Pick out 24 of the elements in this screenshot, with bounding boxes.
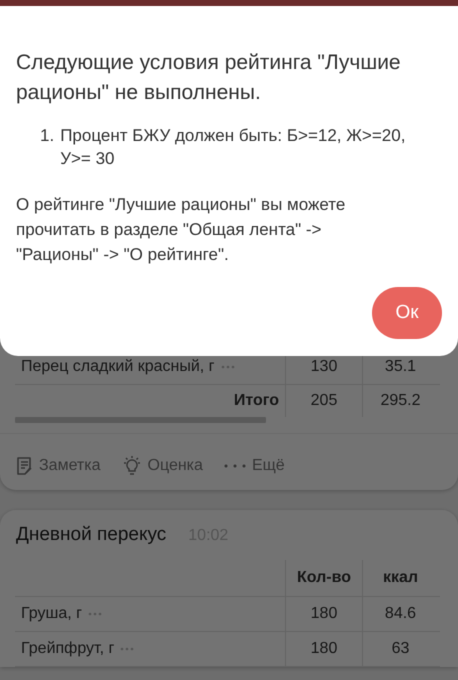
table-cell: 180 <box>286 597 363 631</box>
table-cell-text: 35.1 <box>384 357 418 377</box>
list-number: 1. <box>40 125 54 147</box>
column-header: Кол-во <box>286 560 363 596</box>
food-name: Перец сладкий красный, г <box>21 358 214 376</box>
dialog-text: О рейтинге "Лучшие рационы" вы можете прочитать в разделе "Общая лента" -> "Рационы" -> "О рейтинге". <box>16 194 346 266</box>
action-button[interactable]: Оценка <box>120 456 203 476</box>
table-cell-text: 84.6 <box>384 604 418 624</box>
more-icon <box>222 464 247 468</box>
table-cell: 180 <box>286 632 363 666</box>
dialog-title: Следующие условия рейтинга "Лучшие рационы" не выполнены. <box>16 50 402 106</box>
table-cell-text: 63 <box>390 639 410 659</box>
scrollbar[interactable] <box>15 417 266 423</box>
food-name: Груша, г <box>21 605 82 623</box>
note-icon <box>16 456 34 476</box>
meal-title: Дневной перекус <box>16 524 166 546</box>
table-cell: 205 <box>286 385 363 417</box>
condition-item: Процент БЖУ должен быть: Б>=12, Ж>=20, У>= 30 <box>60 125 406 170</box>
action-button[interactable]: Заметка <box>16 456 101 476</box>
food-name: Грейпфрут, г <box>21 640 114 658</box>
column-header: ккал <box>382 568 420 588</box>
table-cell-text: 295.2 <box>379 391 422 411</box>
action-button[interactable]: Ещё <box>222 456 285 476</box>
ok-button[interactable]: Ок <box>372 287 442 339</box>
